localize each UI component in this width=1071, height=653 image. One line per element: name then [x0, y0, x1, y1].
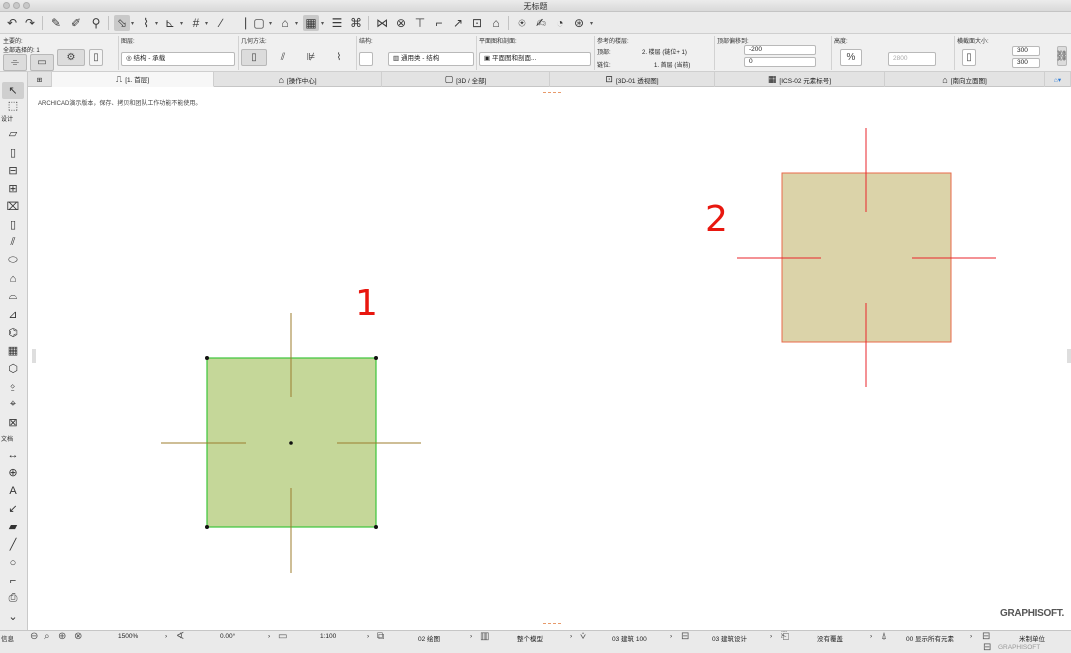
chevron-right-icon[interactable]: ›	[970, 633, 972, 640]
model-view-value[interactable]: 整个模型	[517, 633, 543, 643]
override-value[interactable]: 没有覆盖	[817, 633, 843, 643]
layer-combo-value[interactable]: 02 绘图	[418, 633, 440, 643]
units-value[interactable]: 米制单位	[1019, 633, 1045, 643]
override-icon[interactable]: ⎗	[781, 631, 789, 642]
selection-node-bl	[205, 525, 209, 529]
mvo-value[interactable]: 03 建筑设计	[712, 633, 747, 643]
pen-set-icon[interactable]: ⩒	[580, 631, 586, 642]
zoom-out-icon[interactable]: ⊖	[30, 631, 38, 642]
selection-node-tl	[205, 356, 209, 360]
zoom-in-icon[interactable]: ⊕	[58, 631, 66, 642]
chevron-right-icon[interactable]: ›	[670, 633, 672, 640]
model-view-icon[interactable]: ▥	[480, 631, 489, 642]
status-bar: 信息 ⊖ ⌕ ⊕ ⊗ 1500% › ∢ 0.00° › ▭ 1:100 › ⧉…	[0, 630, 1071, 653]
layer-combo-icon[interactable]: ⧉	[377, 631, 384, 642]
info-label: 信息	[1, 636, 14, 643]
zoom-search-icon[interactable]: ⌕	[44, 631, 50, 642]
chevron-right-icon[interactable]: ›	[770, 633, 772, 640]
selection-node-tr	[374, 356, 378, 360]
renovation-value[interactable]: 00 显示所有元素	[906, 633, 954, 643]
layout-icon[interactable]: ⊟	[983, 642, 991, 653]
angle-value[interactable]: 0.00°	[220, 633, 235, 640]
mvo-icon[interactable]: ⊟	[681, 631, 689, 642]
zoom-value[interactable]: 1500%	[118, 633, 138, 640]
annotation-number-1: 1	[355, 283, 378, 324]
floorplan-drawing	[161, 128, 996, 573]
column-1-center-node	[289, 441, 293, 445]
angle-icon[interactable]: ∢	[176, 631, 184, 642]
selection-node-br	[374, 525, 378, 529]
annotation-number-2: 2	[705, 199, 728, 240]
chevron-right-icon[interactable]: ›	[367, 633, 369, 640]
units-icon[interactable]: ⊟	[982, 631, 990, 642]
column-2[interactable]	[737, 128, 996, 387]
chevron-right-icon[interactable]: ›	[470, 633, 472, 640]
chevron-right-icon[interactable]: ›	[165, 633, 167, 640]
column-1[interactable]	[161, 313, 421, 573]
scale-value[interactable]: 1:100	[320, 633, 336, 640]
pen-set-value[interactable]: 03 建筑 100	[612, 633, 647, 643]
scale-icon[interactable]: ▭	[278, 631, 287, 642]
chevron-right-icon[interactable]: ›	[870, 633, 872, 640]
renovation-icon[interactable]: ⍋	[881, 631, 887, 642]
graphisoft-logo: GRAPHISOFT.	[1000, 608, 1064, 619]
graphisoft-id-label[interactable]: GRAPHISOFT	[998, 644, 1040, 651]
fit-window-icon[interactable]: ⊗	[74, 631, 82, 642]
chevron-right-icon[interactable]: ›	[570, 633, 572, 640]
chevron-right-icon[interactable]: ›	[268, 633, 270, 640]
